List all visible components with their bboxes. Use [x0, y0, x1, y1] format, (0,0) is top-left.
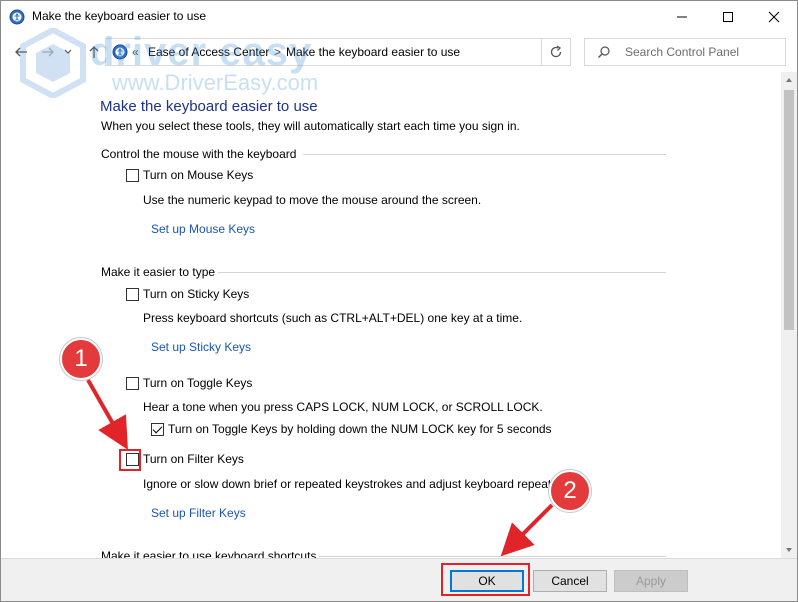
page-subtitle: When you select these tools, they will a… [101, 119, 520, 133]
scroll-down-button[interactable] [781, 542, 797, 558]
search-icon [598, 46, 610, 58]
step-2-badge: 2 [549, 470, 591, 512]
refresh-button[interactable] [542, 38, 571, 66]
toggle-keys-hold-option[interactable]: Turn on Toggle Keys by holding down the … [151, 422, 552, 436]
minimize-button[interactable] [659, 1, 705, 32]
set-up-mouse-keys-link[interactable]: Set up Mouse Keys [151, 222, 255, 236]
title-bar: Make the keyboard easier to use [1, 1, 797, 32]
apply-button[interactable]: Apply [614, 570, 688, 592]
window-title: Make the keyboard easier to use [32, 9, 207, 23]
mouse-keys-description: Use the numeric keypad to move the mouse… [143, 193, 482, 207]
toggle-keys-label[interactable]: Turn on Toggle Keys [143, 376, 252, 390]
filter-keys-label[interactable]: Turn on Filter Keys [143, 452, 244, 466]
sticky-keys-checkbox[interactable] [126, 287, 139, 301]
scroll-up-button[interactable] [781, 72, 797, 88]
watermark-brand: driver easy [90, 30, 313, 74]
section-heading-mouse: Control the mouse with the keyboard [101, 147, 297, 161]
section-divider [303, 154, 666, 155]
maximize-icon [723, 11, 733, 22]
refresh-icon [550, 45, 562, 58]
close-icon [768, 11, 780, 22]
filter-keys-option[interactable]: Turn on Filter Keys [126, 452, 244, 466]
watermark-url: www.DriverEasy.com [112, 70, 319, 95]
section-divider [218, 272, 666, 273]
mouse-keys-label[interactable]: Turn on Mouse Keys [143, 168, 253, 182]
main-content: Make the keyboard easier to use When you… [1, 72, 781, 558]
section-heading-shortcuts: Make it easier to use keyboard shortcuts [101, 549, 317, 558]
close-button[interactable] [751, 1, 797, 32]
toggle-keys-hold-checkbox[interactable] [151, 422, 164, 436]
back-arrow-icon [15, 47, 27, 57]
back-button[interactable] [10, 41, 32, 63]
scroll-up-icon [786, 78, 792, 82]
search-box[interactable]: Search Control Panel [584, 38, 786, 66]
mouse-keys-option[interactable]: Turn on Mouse Keys [126, 168, 253, 182]
sticky-keys-description: Press keyboard shortcuts (such as CTRL+A… [143, 311, 523, 325]
toggle-keys-description: Hear a tone when you press CAPS LOCK, NU… [143, 400, 543, 414]
ok-button-highlight-box [441, 563, 530, 596]
set-up-filter-keys-link[interactable]: Set up Filter Keys [151, 506, 246, 520]
toggle-keys-checkbox[interactable] [126, 376, 139, 390]
ease-of-access-icon [9, 9, 25, 25]
forward-arrow-icon [42, 47, 54, 57]
scroll-down-icon [786, 548, 792, 552]
chevron-down-icon [64, 49, 72, 54]
step-1-badge: 1 [60, 338, 102, 380]
toggle-keys-option[interactable]: Turn on Toggle Keys [126, 376, 252, 390]
recent-locations-button[interactable] [61, 41, 75, 63]
mouse-keys-checkbox[interactable] [126, 168, 139, 182]
toggle-keys-hold-label[interactable]: Turn on Toggle Keys by holding down the … [168, 422, 552, 436]
section-heading-typing: Make it easier to type [101, 265, 216, 279]
page-title: Make the keyboard easier to use [100, 98, 318, 115]
section-divider [319, 556, 666, 557]
minimize-icon [677, 16, 687, 17]
maximize-button[interactable] [705, 1, 751, 32]
sticky-keys-option[interactable]: Turn on Sticky Keys [126, 287, 249, 301]
filter-keys-description: Ignore or slow down brief or repeated ke… [143, 477, 559, 491]
cancel-button[interactable]: Cancel [533, 570, 607, 592]
set-up-sticky-keys-link[interactable]: Set up Sticky Keys [151, 340, 251, 354]
scrollbar-thumb[interactable] [784, 90, 794, 330]
sticky-keys-label[interactable]: Turn on Sticky Keys [143, 287, 249, 301]
vertical-scrollbar[interactable] [781, 72, 797, 558]
search-placeholder: Search Control Panel [625, 45, 740, 59]
forward-button[interactable] [37, 41, 59, 63]
dialog-footer: OK Cancel Apply [1, 558, 797, 601]
filter-keys-highlight-box [119, 449, 141, 471]
